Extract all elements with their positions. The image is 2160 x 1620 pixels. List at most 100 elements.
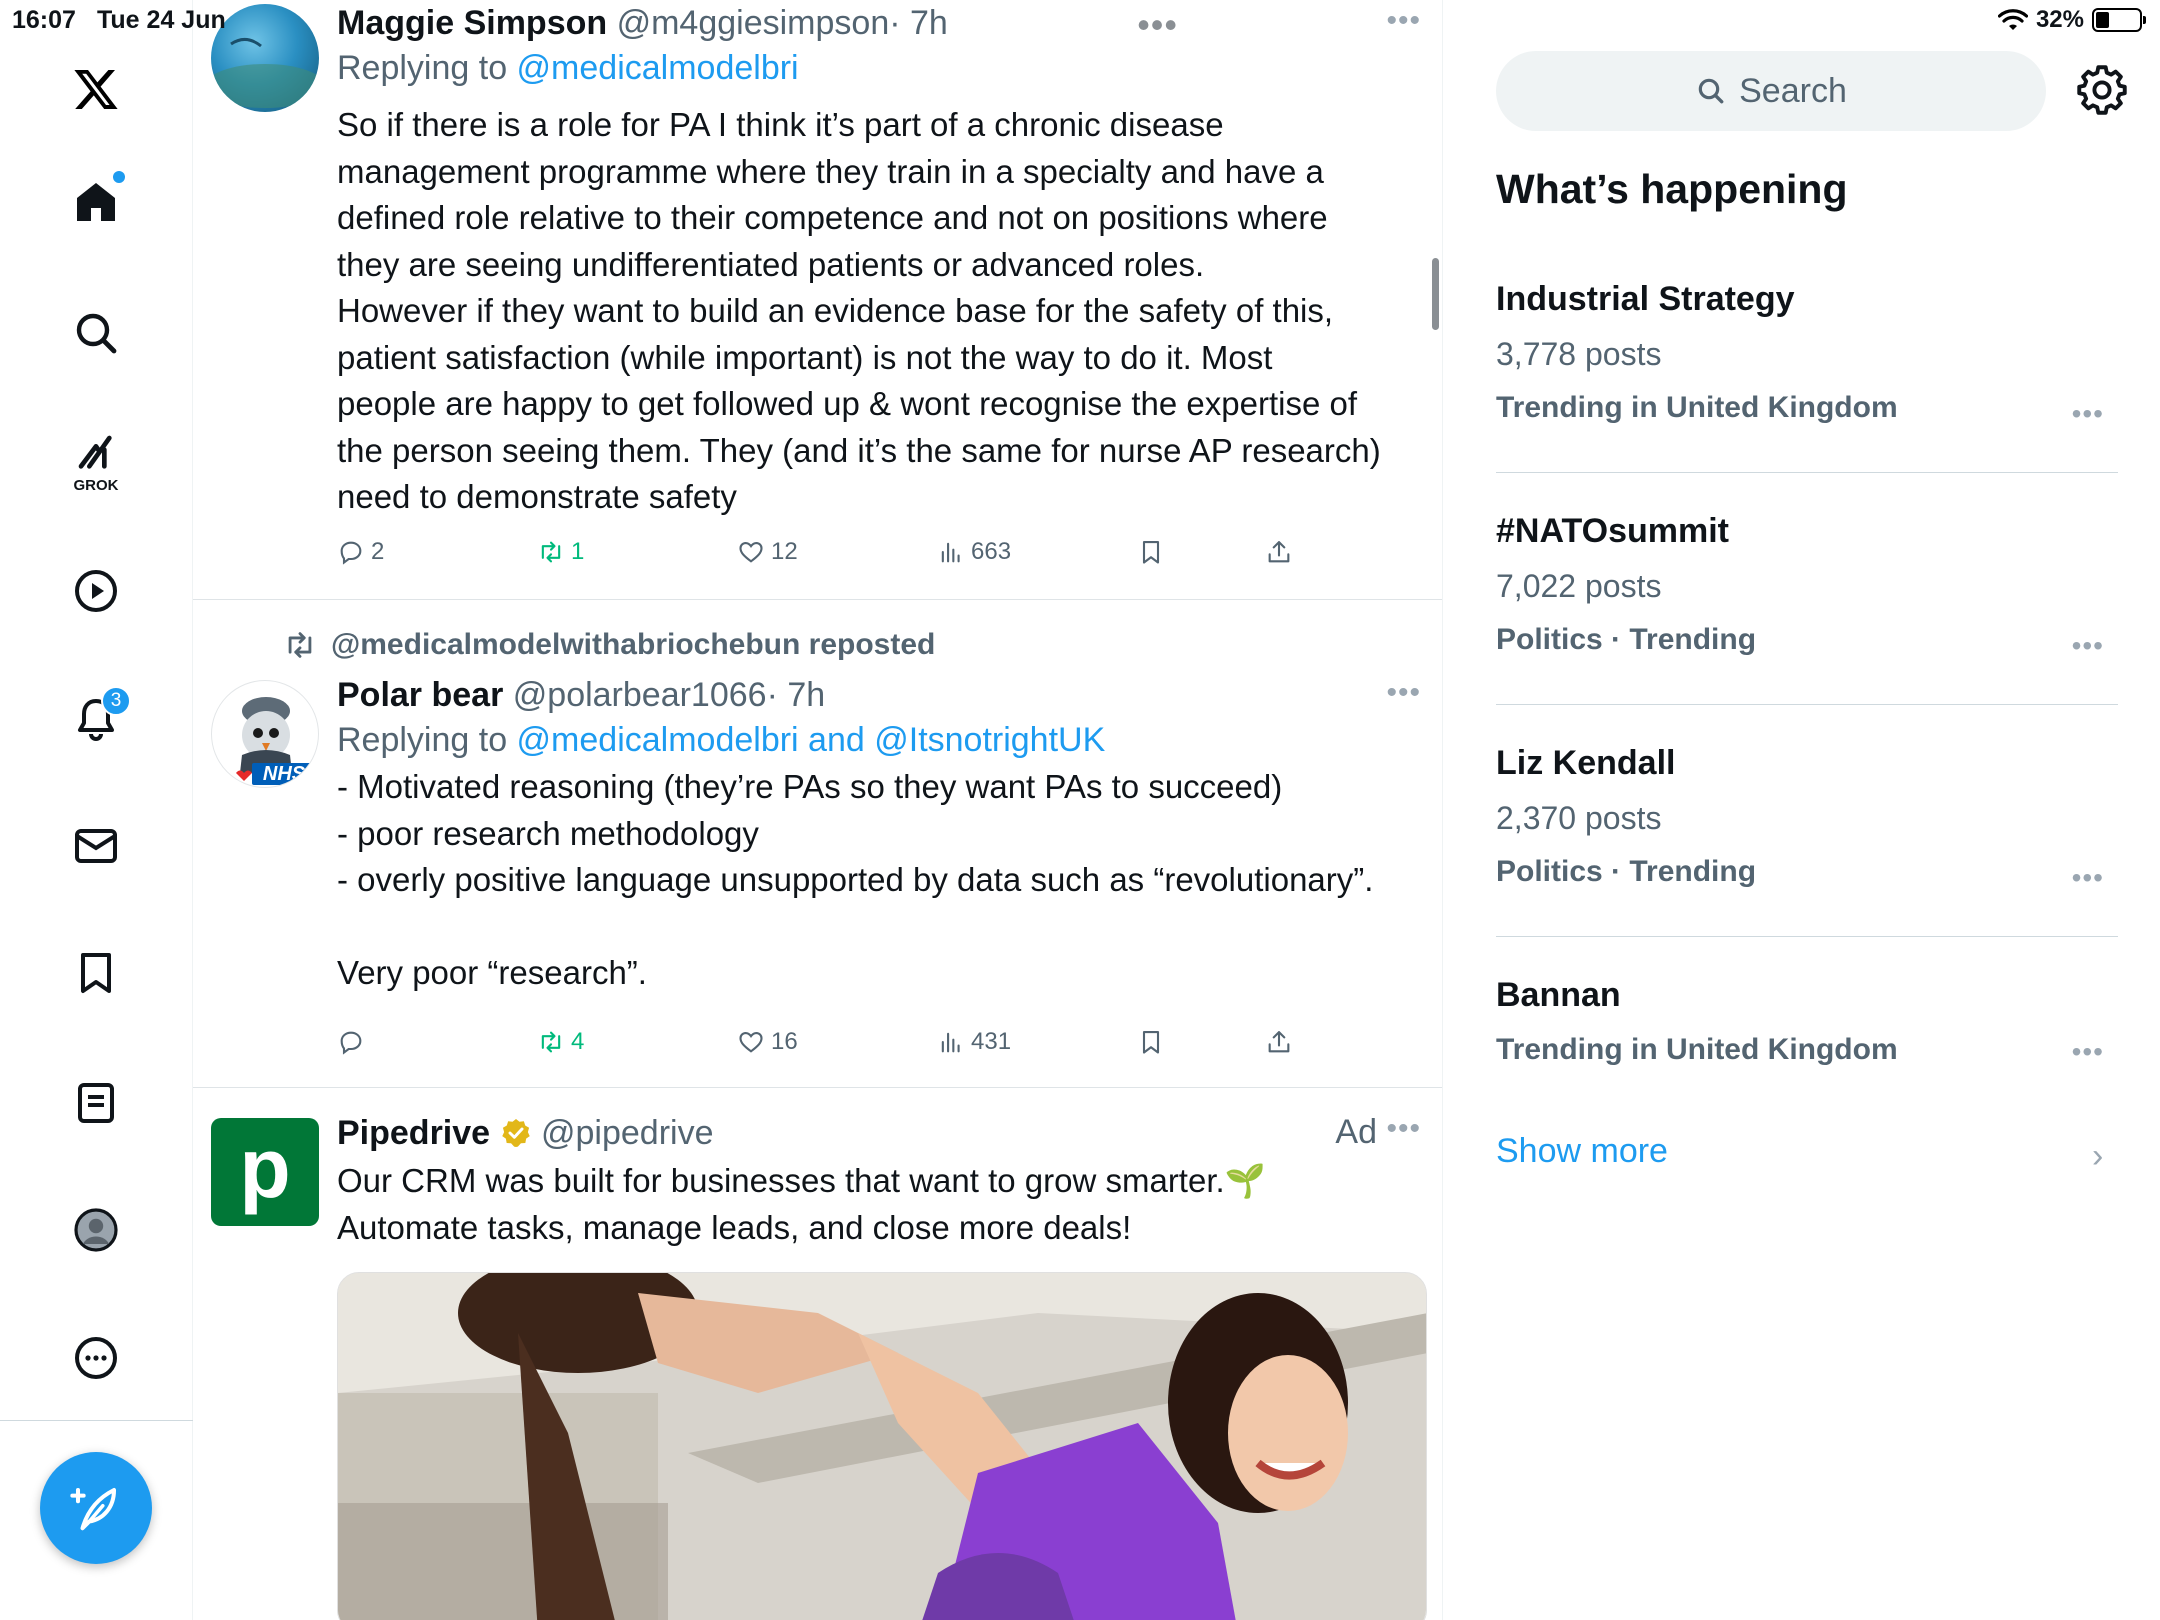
bookmark-button[interactable] [1137, 1028, 1165, 1056]
repost-icon [541, 1031, 561, 1053]
nav-lists[interactable] [55, 1062, 137, 1144]
repost-icon [288, 632, 312, 658]
share-button[interactable] [1265, 538, 1293, 566]
show-more-link[interactable]: Show more [1496, 1132, 1668, 1171]
nav-notifications[interactable]: 3 [55, 678, 137, 760]
nav-video[interactable] [55, 550, 137, 632]
tweet-more-button[interactable]: ••• [1386, 1112, 1421, 1146]
bookmark-button[interactable] [1137, 538, 1165, 566]
tweet-actions: 2 1 12 663 [337, 538, 1323, 578]
heart-icon [739, 1031, 763, 1053]
bookmark-icon [1142, 1031, 1160, 1054]
home-unread-dot [113, 171, 125, 183]
replying-to-prefix: Replying to [337, 49, 517, 87]
search-bar[interactable]: Search [1496, 51, 2046, 131]
x-logo[interactable] [55, 48, 137, 130]
avatar-photo: NHS [236, 697, 316, 785]
replying-to-link[interactable]: @medicalmodelbri and @ItsnotrightUK [517, 721, 1106, 759]
trend-divider [1496, 472, 2118, 473]
trend-more-button[interactable]: ••• [2072, 630, 2104, 662]
tweet-maggie-simpson[interactable]: Maggie Simpson @m4ggiesimpson· 7h Replyi… [193, 0, 1442, 600]
repost-count: 4 [571, 1028, 585, 1055]
nav-explore[interactable] [55, 292, 137, 374]
replying-to: Replying to @medicalmodelbri [337, 44, 1423, 92]
author-handle[interactable]: @pipedrive [541, 1114, 714, 1152]
ad-image[interactable] [337, 1272, 1427, 1620]
pipedrive-logo-letter: p [239, 1121, 291, 1215]
search-icon [76, 313, 117, 354]
tweet-text: So if there is a role for PA I think it’… [337, 106, 1381, 515]
views-button[interactable]: 663 [937, 538, 1011, 566]
battery-icon [2092, 8, 2146, 32]
replying-to-link[interactable]: @medicalmodelbri [517, 49, 799, 87]
reply-count: 2 [371, 538, 385, 565]
bookmark-icon [1142, 541, 1160, 564]
trend-category: Politics · Trending [1496, 855, 1757, 888]
trend-name: Bannan [1496, 976, 1621, 1014]
repost-icon [541, 541, 561, 563]
bookmark-icon [81, 953, 111, 993]
tweet-body: Polar bear @polarbear1066· 7h Replying t… [337, 674, 1423, 997]
tweet-body: Pipedrive @pipedrive Our CRM was built f… [337, 1112, 1423, 1251]
trend-more-button[interactable]: ••• [2072, 1036, 2104, 1068]
trend-category: Trending in United Kingdom [1496, 1033, 1898, 1066]
scrollbar-thumb[interactable] [1432, 258, 1439, 330]
battery-percent: 32% [2035, 6, 2084, 33]
trend-posts: 2,370 posts [1496, 800, 1662, 836]
repost-button[interactable]: 1 [537, 538, 584, 566]
like-button[interactable]: 16 [737, 1028, 798, 1056]
reposted-by-text[interactable]: @medicalmodelwithabriochebun reposted [331, 628, 935, 662]
trend-item[interactable]: Liz Kendall 2,370 posts Politics · Trend… [1496, 742, 2118, 894]
trend-more-button[interactable]: ••• [2072, 862, 2104, 894]
nav-more[interactable] [55, 1317, 137, 1399]
trend-posts: 3,778 posts [1496, 336, 1662, 372]
notifications-badge: 3 [101, 686, 131, 716]
trend-category: Politics · Trending [1496, 623, 1757, 656]
wifi-icon [1997, 9, 2028, 30]
repost-count: 1 [571, 538, 585, 565]
reply-icon [340, 1031, 362, 1055]
status-bar: 16:07 Tue 24 Jun 32% [0, 0, 2160, 42]
timeline: Maggie Simpson @m4ggiesimpson· 7h Replyi… [193, 0, 1443, 1620]
trend-more-button[interactable]: ••• [2072, 398, 2104, 430]
trend-name: #NATOsummit [1496, 512, 1730, 550]
share-icon [1268, 541, 1290, 563]
share-button[interactable] [1265, 1028, 1293, 1056]
avatar-icon [74, 1208, 118, 1252]
views-button[interactable]: 431 [937, 1028, 1011, 1056]
reply-button[interactable]: 2 [337, 538, 384, 566]
trend-item[interactable]: Industrial Strategy 3,778 posts Trending… [1496, 278, 2118, 430]
author-name[interactable]: Pipedrive [337, 1114, 490, 1152]
trend-item[interactable]: Bannan Trending in United Kingdom ••• [1496, 974, 2118, 1070]
repost-button[interactable]: 4 [537, 1028, 584, 1056]
like-button[interactable]: 12 [737, 538, 798, 566]
chevron-right-icon: › [2092, 1137, 2104, 1175]
left-navigation: GROK 3 [0, 0, 193, 1620]
status-right: 32% [1997, 6, 2146, 34]
share-icon [1268, 1031, 1290, 1053]
nav-grok[interactable]: GROK [55, 418, 137, 500]
trend-item[interactable]: #NATOsummit 7,022 posts Politics · Trend… [1496, 510, 2118, 662]
settings-button[interactable] [2076, 64, 2128, 116]
nav-divider [0, 1420, 193, 1421]
nav-profile[interactable] [55, 1189, 137, 1271]
views-count: 431 [971, 1028, 1012, 1055]
avatar[interactable]: NHS [211, 680, 319, 788]
views-icon [941, 1032, 960, 1053]
views-icon [941, 542, 960, 563]
section-title: What’s happening [1496, 166, 1848, 212]
avatar[interactable]: p [211, 1118, 319, 1226]
tweet-more-button[interactable]: ••• [1386, 676, 1421, 710]
author-handle[interactable]: @polarbear1066 [513, 676, 767, 714]
reply-button[interactable] [337, 1028, 371, 1056]
compose-button[interactable] [40, 1452, 152, 1564]
nav-messages[interactable] [55, 805, 137, 887]
nav-bookmarks[interactable] [55, 932, 137, 1014]
tweet-body: Maggie Simpson @m4ggiesimpson· 7h Replyi… [337, 2, 1423, 521]
like-count: 12 [771, 538, 798, 565]
tweet-polar-bear[interactable]: NHS @medicalmodelwithabriochebun reposte… [193, 600, 1442, 1088]
nav-home[interactable] [55, 161, 137, 243]
author-name[interactable]: Polar bear [337, 676, 503, 714]
search-placeholder: Search [1739, 71, 1847, 110]
replying-to-prefix: Replying to [337, 721, 517, 759]
